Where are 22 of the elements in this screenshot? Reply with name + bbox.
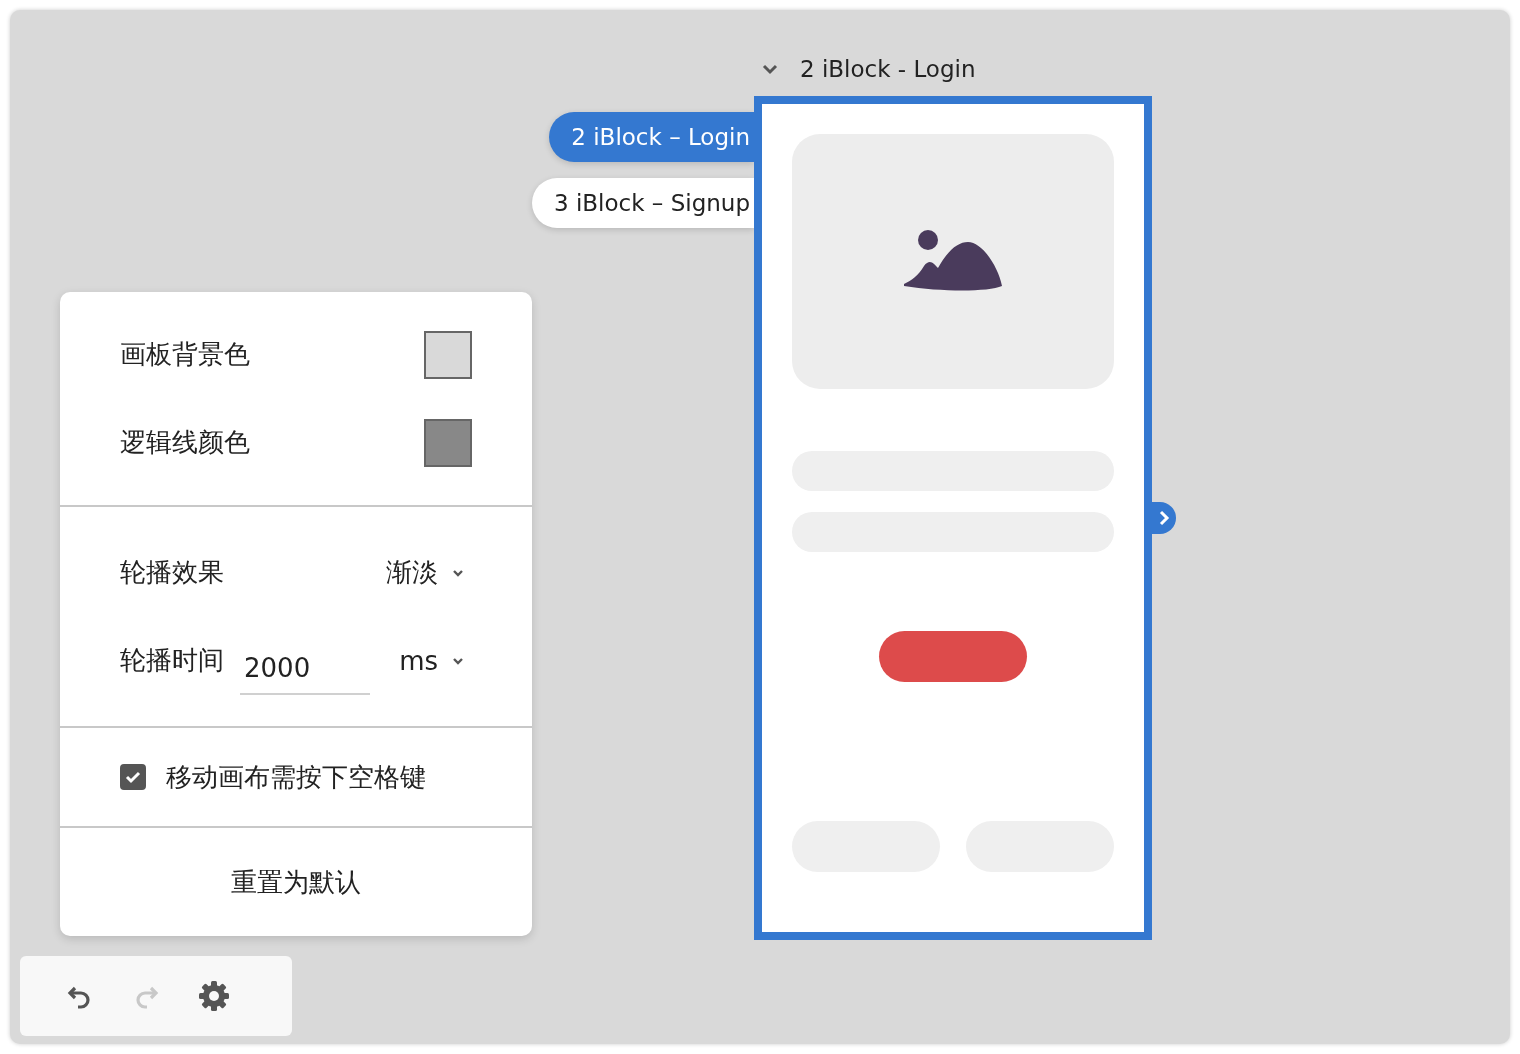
settings-icon <box>198 980 230 1012</box>
chevron-right-icon <box>1158 510 1170 526</box>
effect-select[interactable]: 渐淡 <box>386 555 472 590</box>
setting-label: 逻辑线颜色 <box>120 426 250 459</box>
checkmark-icon <box>124 770 142 784</box>
setting-label: 轮播时间 <box>120 644 224 677</box>
checkbox[interactable] <box>120 764 146 790</box>
color-swatch[interactable] <box>424 330 472 379</box>
chevron-down-icon[interactable] <box>762 63 778 75</box>
artboard[interactable] <box>754 96 1152 940</box>
checkbox-label: 移动画布需按下空格键 <box>166 760 426 794</box>
setting-label: 轮播效果 <box>120 556 224 589</box>
unit-select[interactable]: ms <box>399 645 472 676</box>
color-swatch[interactable] <box>424 418 472 467</box>
setting-label: 画板背景色 <box>120 338 250 371</box>
next-artboard-handle[interactable] <box>1152 502 1176 534</box>
artboard-title: 2 iBlock - Login <box>800 56 976 82</box>
reset-button[interactable]: 重置为默认 <box>223 860 369 904</box>
page-tab[interactable]: 3 iBlock – Signup <box>532 178 754 228</box>
chevron-down-icon <box>452 655 464 666</box>
page-tab[interactable]: 2 iBlock – Login <box>549 112 754 162</box>
chevron-down-icon <box>452 567 464 578</box>
